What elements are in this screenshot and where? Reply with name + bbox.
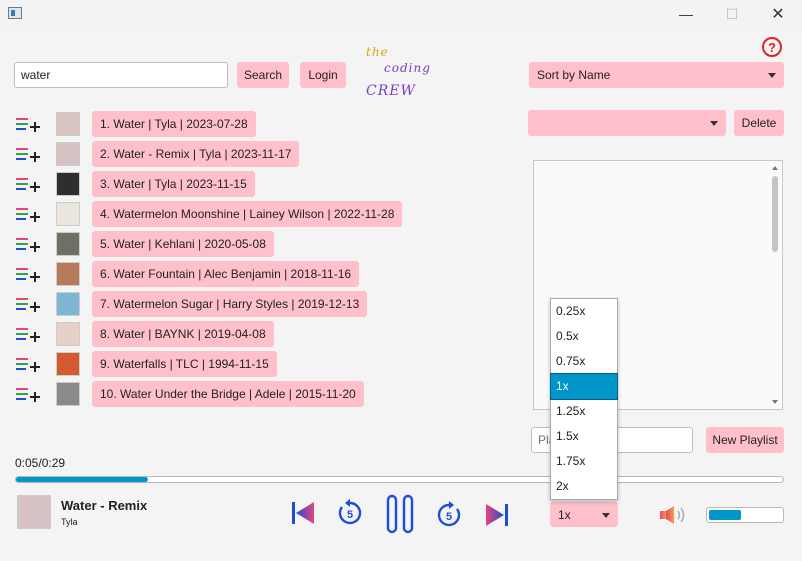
playlist-scrollbar[interactable]: [769, 162, 781, 408]
title-bar: — ☐ ✕: [0, 0, 802, 28]
speed-option[interactable]: 0.75x: [551, 349, 617, 374]
song-button[interactable]: 7. Watermelon Sugar | Harry Styles | 201…: [92, 291, 368, 317]
login-button[interactable]: Login: [300, 62, 346, 88]
chevron-down-icon: [602, 512, 610, 518]
song-row: 3. Water | Tyla | 2023-11-15: [0, 171, 400, 197]
volume-slider[interactable]: [706, 507, 784, 523]
song-row: 2. Water - Remix | Tyla | 2023-11-17: [0, 141, 400, 167]
scroll-up-icon[interactable]: [772, 166, 778, 170]
volume-fill: [709, 510, 742, 520]
add-to-playlist-icon[interactable]: [16, 327, 40, 343]
progress-fill: [16, 477, 148, 482]
previous-track-icon[interactable]: [290, 500, 316, 526]
song-row: 4. Watermelon Moonshine | Lainey Wilson …: [0, 201, 403, 227]
speed-dropdown-value: 1x: [558, 507, 571, 522]
album-art-thumbnail: [56, 292, 80, 316]
speed-option[interactable]: 1x: [550, 373, 618, 400]
song-row: 9. Waterfalls | TLC | 1994-11-15: [0, 351, 400, 377]
album-art-thumbnail: [56, 232, 80, 256]
add-to-playlist-icon[interactable]: [16, 237, 40, 253]
song-row: 7. Watermelon Sugar | Harry Styles | 201…: [0, 291, 400, 317]
maximize-button[interactable]: ☐: [709, 0, 755, 28]
now-playing-title: Water - Remix: [61, 498, 148, 513]
song-button[interactable]: 1. Water | Tyla | 2023-07-28: [92, 111, 256, 137]
add-to-playlist-icon[interactable]: [16, 177, 40, 193]
speed-option[interactable]: 1.25x: [551, 399, 617, 424]
add-to-playlist-icon[interactable]: [16, 147, 40, 163]
forward-5-icon[interactable]: 5: [435, 501, 463, 529]
add-to-playlist-icon[interactable]: [16, 117, 40, 133]
song-row: 6. Water Fountain | Alec Benjamin | 2018…: [0, 261, 400, 287]
rewind-seconds: 5: [347, 509, 353, 521]
album-art-thumbnail: [56, 142, 80, 166]
logo-line-1: the: [366, 45, 389, 59]
new-playlist-button[interactable]: New Playlist: [706, 427, 784, 453]
add-to-playlist-icon[interactable]: [16, 357, 40, 373]
speed-menu: 0.25x 0.5x 0.75x 1x 1.25x 1.5x 1.75x 2x: [550, 298, 618, 500]
song-button[interactable]: 10. Water Under the Bridge | Adele | 201…: [92, 381, 364, 407]
next-track-icon[interactable]: [484, 502, 510, 528]
add-to-playlist-icon[interactable]: [16, 297, 40, 313]
help-icon[interactable]: ?: [762, 37, 782, 57]
album-art-thumbnail: [56, 322, 80, 346]
app-icon: [8, 7, 22, 19]
now-playing-artist: Tyla: [61, 517, 78, 527]
speed-option[interactable]: 1.5x: [551, 424, 617, 449]
song-button[interactable]: 8. Water | BAYNK | 2019-04-08: [92, 321, 274, 347]
song-button[interactable]: 5. Water | Kehlani | 2020-05-08: [92, 231, 274, 257]
minimize-button[interactable]: —: [663, 0, 709, 28]
logo-line-2: coding: [384, 61, 431, 75]
scroll-down-icon[interactable]: [772, 400, 778, 404]
search-button[interactable]: Search: [237, 62, 289, 88]
album-art-thumbnail: [56, 202, 80, 226]
speed-option[interactable]: 1.75x: [551, 449, 617, 474]
album-art-thumbnail: [56, 172, 80, 196]
delete-button[interactable]: Delete: [734, 110, 784, 136]
song-row: 1. Water | Tyla | 2023-07-28: [0, 111, 400, 137]
song-button[interactable]: 2. Water - Remix | Tyla | 2023-11-17: [92, 141, 300, 167]
close-button[interactable]: ✕: [755, 0, 801, 28]
album-art-thumbnail: [56, 262, 80, 286]
song-row: 5. Water | Kehlani | 2020-05-08: [0, 231, 400, 257]
speed-dropdown[interactable]: 1x: [550, 502, 618, 527]
time-display: 0:05/0:29: [15, 456, 66, 470]
song-row: 8. Water | BAYNK | 2019-04-08: [0, 321, 400, 347]
add-to-playlist-icon[interactable]: [16, 267, 40, 283]
song-button[interactable]: 6. Water Fountain | Alec Benjamin | 2018…: [92, 261, 360, 287]
progress-bar[interactable]: [15, 476, 784, 483]
album-art-thumbnail: [56, 382, 80, 406]
speed-option[interactable]: 0.25x: [551, 299, 617, 324]
pause-icon[interactable]: [384, 493, 416, 535]
volume-icon[interactable]: [658, 504, 688, 526]
logo-line-3: CREW: [366, 83, 416, 99]
coding-crew-logo: the coding CREW: [364, 43, 448, 107]
song-row: 10. Water Under the Bridge | Adele | 201…: [0, 381, 400, 407]
add-to-playlist-icon[interactable]: [16, 387, 40, 403]
speed-option[interactable]: 2x: [551, 474, 617, 499]
song-button[interactable]: 4. Watermelon Moonshine | Lainey Wilson …: [92, 201, 403, 227]
search-input[interactable]: [14, 62, 228, 88]
forward-seconds: 5: [446, 511, 452, 523]
sort-dropdown-value: Sort by Name: [537, 68, 611, 82]
chevron-down-icon: [768, 73, 776, 78]
playlist-dropdown[interactable]: [528, 110, 726, 136]
album-art-thumbnail: [56, 112, 80, 136]
chevron-down-icon: [710, 121, 718, 126]
sort-dropdown[interactable]: Sort by Name: [529, 62, 784, 88]
now-playing-album-art: [17, 495, 51, 529]
add-to-playlist-icon[interactable]: [16, 207, 40, 223]
speed-option[interactable]: 0.5x: [551, 324, 617, 349]
song-button[interactable]: 3. Water | Tyla | 2023-11-15: [92, 171, 255, 197]
rewind-5-icon[interactable]: 5: [336, 499, 364, 527]
scroll-thumb[interactable]: [772, 176, 778, 252]
album-art-thumbnail: [56, 352, 80, 376]
song-button[interactable]: 9. Waterfalls | TLC | 1994-11-15: [92, 351, 277, 377]
